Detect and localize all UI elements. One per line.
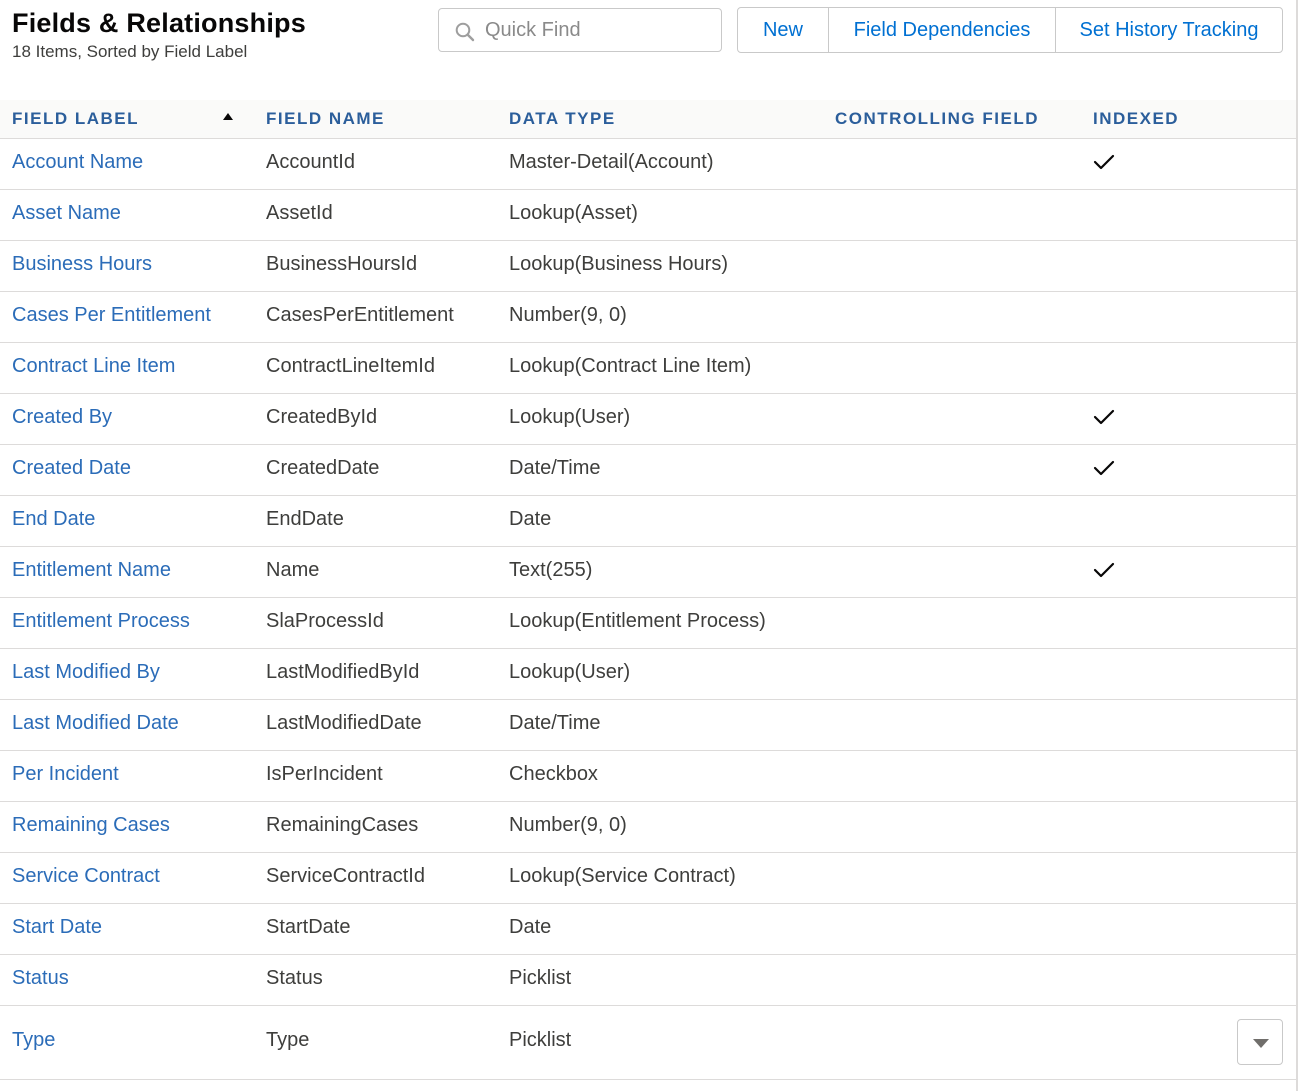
table-row: Remaining Cases RemainingCases Number(9, 0…: [0, 802, 1296, 853]
table-row: Last Modified Date LastModifiedDate Date/T…: [0, 700, 1296, 751]
search-icon: [455, 22, 475, 42]
field-data-type: Date/Time: [509, 712, 601, 734]
field-api-name: IsPerIncident: [266, 763, 383, 785]
field-data-type: Picklist: [509, 1029, 572, 1051]
field-data-type: Lookup(Asset): [509, 202, 638, 224]
row-actions-menu-button[interactable]: [1237, 1019, 1283, 1065]
column-header-field-name[interactable]: FIELD NAME: [266, 109, 385, 129]
field-data-type: Lookup(Service Contract): [509, 865, 736, 887]
field-label-link[interactable]: Account Name: [12, 151, 143, 174]
table-row: Cases Per Entitlement CasesPerEntitlement…: [0, 292, 1296, 343]
table-row: Entitlement Process SlaProcessId Lookup(En…: [0, 598, 1296, 649]
table-row: Last Modified By LastModifiedById Lookup(U…: [0, 649, 1296, 700]
table-row: Business Hours BusinessHoursId Lookup(Busi…: [0, 241, 1296, 292]
field-label-link[interactable]: Last Modified By: [12, 661, 160, 684]
field-api-name: LastModifiedById: [266, 661, 420, 683]
field-api-name: LastModifiedDate: [266, 712, 422, 734]
checkmark-icon: [1093, 459, 1115, 483]
table-row: Type Type Picklist: [0, 1006, 1296, 1080]
field-api-name: AssetId: [266, 202, 333, 224]
field-data-type: Lookup(User): [509, 661, 631, 683]
new-button[interactable]: New: [737, 7, 829, 53]
field-api-name: CreatedById: [266, 406, 378, 428]
field-dependencies-button[interactable]: Field Dependencies: [828, 7, 1056, 53]
field-api-name: ServiceContractId: [266, 865, 425, 887]
field-api-name: StartDate: [266, 916, 351, 938]
field-label-link[interactable]: Contract Line Item: [12, 355, 175, 378]
field-label-link[interactable]: Asset Name: [12, 202, 121, 225]
field-api-name: SlaProcessId: [266, 610, 384, 632]
field-data-type: Text(255): [509, 559, 593, 581]
table-row: Start Date StartDate Date: [0, 904, 1296, 955]
field-data-type: Lookup(Entitlement Process): [509, 610, 766, 632]
field-data-type: Lookup(Contract Line Item): [509, 355, 752, 377]
field-api-name: EndDate: [266, 508, 344, 530]
chevron-down-icon: [1253, 1039, 1269, 1048]
field-label-link[interactable]: Start Date: [12, 916, 102, 939]
table-row: Created Date CreatedDate Date/Time: [0, 445, 1296, 496]
field-data-type: Date: [509, 508, 552, 530]
quick-find-search[interactable]: [438, 8, 722, 52]
field-label-link[interactable]: Remaining Cases: [12, 814, 170, 837]
field-api-name: Name: [266, 559, 320, 581]
field-label-link[interactable]: Business Hours: [12, 253, 152, 276]
table-row: Per Incident IsPerIncident Checkbox: [0, 751, 1296, 802]
field-api-name: BusinessHoursId: [266, 253, 418, 275]
field-data-type: Master-Detail(Account): [509, 151, 714, 173]
field-label-link[interactable]: Service Contract: [12, 865, 160, 888]
table-row: Entitlement Name Name Text(255): [0, 547, 1296, 598]
column-header-indexed[interactable]: INDEXED: [1093, 109, 1179, 129]
table-row: Service Contract ServiceContractId Lookup(…: [0, 853, 1296, 904]
field-label-link[interactable]: Entitlement Name: [12, 559, 171, 582]
field-label-link[interactable]: Created By: [12, 406, 112, 429]
field-label-link[interactable]: Entitlement Process: [12, 610, 190, 633]
table-row: Status Status Picklist: [0, 955, 1296, 1006]
checkmark-icon: [1093, 153, 1115, 177]
set-history-tracking-button[interactable]: Set History Tracking: [1055, 7, 1283, 53]
field-data-type: Picklist: [509, 967, 572, 989]
sort-ascending-icon[interactable]: [223, 113, 233, 120]
page-subtitle: 18 Items, Sorted by Field Label: [12, 42, 248, 61]
field-label-link[interactable]: Type: [12, 1029, 55, 1052]
header-button-group: New Field Dependencies Set History Track…: [737, 7, 1283, 53]
column-header-field-label[interactable]: FIELD LABEL: [12, 109, 139, 129]
checkmark-icon: [1093, 408, 1115, 432]
field-api-name: CasesPerEntitlement: [266, 304, 454, 326]
page-title: Fields & Relationships: [12, 8, 306, 38]
field-label-link[interactable]: End Date: [12, 508, 95, 531]
field-label-link[interactable]: Cases Per Entitlement: [12, 304, 211, 327]
field-api-name: AccountId: [266, 151, 355, 173]
checkmark-icon: [1093, 561, 1115, 585]
field-data-type: Checkbox: [509, 763, 598, 785]
field-api-name: RemainingCases: [266, 814, 419, 836]
table-header: FIELD LABEL FIELD NAME DATA TYPE CONTROL…: [0, 100, 1296, 139]
table-row: End Date EndDate Date: [0, 496, 1296, 547]
field-data-type: Date/Time: [509, 457, 601, 479]
field-api-name: ContractLineItemId: [266, 355, 435, 377]
field-api-name: CreatedDate: [266, 457, 380, 479]
field-data-type: Number(9, 0): [509, 814, 627, 836]
scrollbar-track[interactable]: [1296, 0, 1298, 1091]
field-data-type: Lookup(User): [509, 406, 631, 428]
field-api-name: Type: [266, 1029, 310, 1051]
field-data-type: Date: [509, 916, 552, 938]
table-row: Account Name AccountId Master-Detail(Accou…: [0, 139, 1296, 190]
table-row: Contract Line Item ContractLineItemId Look…: [0, 343, 1296, 394]
quick-find-input[interactable]: [485, 16, 710, 44]
table-row: Asset Name AssetId Lookup(Asset): [0, 190, 1296, 241]
fields-table-body: Account Name AccountId Master-Detail(Accou…: [0, 139, 1296, 1080]
field-label-link[interactable]: Last Modified Date: [12, 712, 179, 735]
field-api-name: Status: [266, 967, 323, 989]
column-header-controlling-field[interactable]: CONTROLLING FIELD: [835, 109, 1039, 129]
page-header: Fields & Relationships 18 Items, Sorted …: [0, 0, 1301, 100]
field-label-link[interactable]: Created Date: [12, 457, 131, 480]
field-label-link[interactable]: Status: [12, 967, 69, 990]
field-data-type: Lookup(Business Hours): [509, 253, 728, 275]
field-data-type: Number(9, 0): [509, 304, 627, 326]
table-row: Created By CreatedById Lookup(User): [0, 394, 1296, 445]
column-header-data-type[interactable]: DATA TYPE: [509, 109, 616, 129]
field-label-link[interactable]: Per Incident: [12, 763, 119, 786]
